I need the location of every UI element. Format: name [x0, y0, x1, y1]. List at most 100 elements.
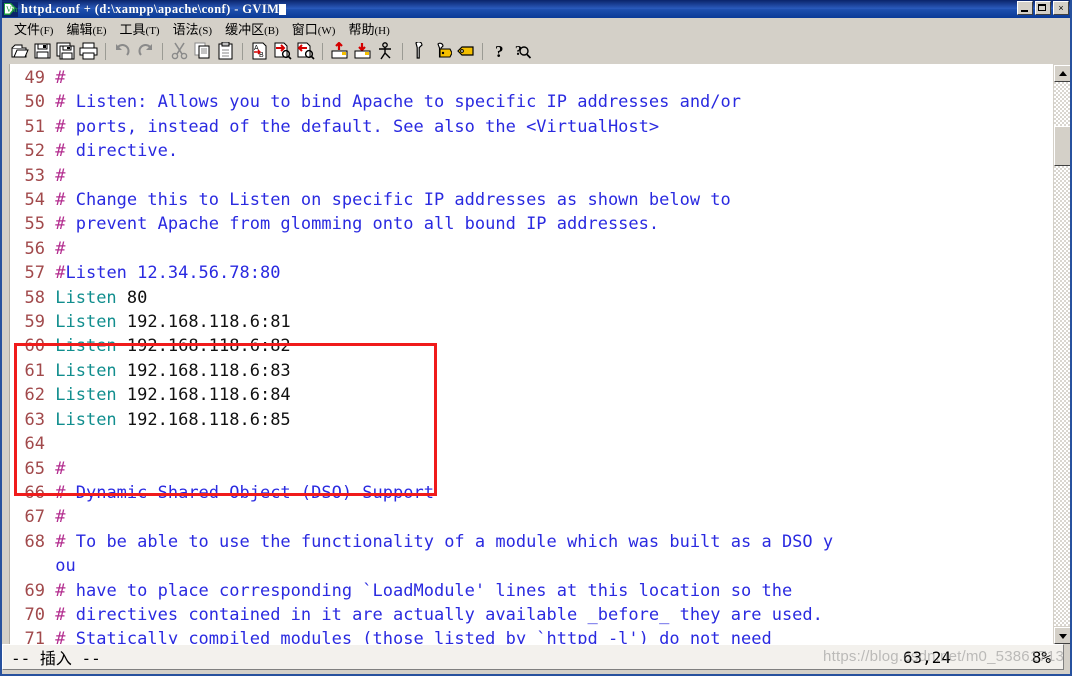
editor-left-gutter [2, 64, 10, 644]
open-file-icon[interactable] [8, 40, 31, 62]
line-number: 66 [24, 482, 45, 503]
code-segment: 192.168.118.6:81 [116, 312, 291, 333]
code-segment: 192.168.118.6:85 [116, 409, 291, 430]
code-segment: directive. [65, 141, 179, 162]
toolbar-separator [402, 42, 403, 60]
undo-icon[interactable] [111, 40, 134, 62]
cut-icon[interactable] [168, 40, 191, 62]
find-prev-icon[interactable] [294, 40, 317, 62]
menu-item-window[interactable]: 窗口(W) [286, 17, 343, 40]
code-line-wrap: ou [11, 554, 1036, 578]
menu-item-buffers[interactable]: 缓冲区(B) [219, 17, 286, 40]
menu-item-tools[interactable]: 工具(T) [114, 17, 167, 40]
scrollbar-thumb[interactable] [1054, 126, 1072, 166]
code-segment: # [55, 165, 66, 186]
code-segment: 192.168.118.6:84 [116, 385, 291, 406]
toolbar-separator [105, 42, 106, 60]
line-number: 63 [24, 409, 45, 430]
code-line: 58 Listen 80 [11, 286, 1036, 310]
code-segment: # [55, 68, 66, 88]
code-line: 64 [11, 432, 1036, 456]
jump-tag-icon[interactable] [454, 40, 477, 62]
code-segment: have to place corresponding `LoadModule'… [65, 580, 793, 601]
line-number: 57 [24, 263, 45, 284]
code-segment: # [55, 531, 66, 552]
redo-icon[interactable] [134, 40, 157, 62]
run-script-icon[interactable] [374, 40, 397, 62]
code-segment: Listen [55, 409, 117, 430]
menu-item-syntax[interactable]: 语法(S) [167, 17, 219, 40]
help-icon[interactable]: ? [488, 40, 511, 62]
window-title: httpd.conf + (d:\xampp\apache\conf) - GV… [21, 1, 280, 16]
find-replace-icon[interactable]: AB [248, 40, 271, 62]
build-tags-icon[interactable] [431, 40, 454, 62]
code-segment: # [55, 482, 66, 503]
close-button[interactable]: × [1053, 1, 1069, 15]
status-bar-inner: -- 插入 -- 63,24 8% [2, 644, 1064, 670]
code-line: 49 # [11, 66, 1036, 90]
print-icon[interactable] [77, 40, 100, 62]
editor-area[interactable]: 49 #50 # Listen: Allows you to bind Apac… [0, 64, 1072, 644]
title-bar: Vim httpd.conf + (d:\xampp\apache\conf) … [0, 0, 1072, 18]
find-help-icon[interactable]: ? [511, 40, 534, 62]
code-line: 62 Listen 192.168.118.6:84 [11, 383, 1036, 407]
code-segment: # [55, 604, 66, 625]
menu-label: 文件 [14, 22, 41, 38]
line-number: 62 [24, 385, 45, 406]
code-line: 71 # Statically compiled modules (those … [11, 627, 1036, 644]
menu-item-edit[interactable]: 编辑(E) [60, 17, 113, 40]
line-number: 61 [24, 360, 45, 381]
code-segment: ou [55, 556, 76, 577]
menu-accel: (W) [317, 24, 336, 37]
code-line: 52 # directive. [11, 139, 1036, 163]
code-segment: prevent Apache from glomming onto all bo… [65, 214, 660, 235]
line-number: 54 [24, 190, 45, 211]
menu-item-help[interactable]: 帮助(H) [342, 17, 396, 40]
code-line: 59 Listen 192.168.118.6:81 [11, 310, 1036, 334]
line-number: 58 [24, 287, 45, 308]
line-number: 64 [24, 434, 45, 455]
line-number: 59 [24, 312, 45, 333]
maximize-button[interactable] [1035, 1, 1051, 15]
scroll-up-button[interactable] [1054, 65, 1072, 82]
save-all-icon[interactable] [54, 40, 77, 62]
load-session-icon[interactable] [328, 40, 351, 62]
line-number: 50 [24, 92, 45, 113]
code-line: 56 # [11, 237, 1036, 261]
code-segment: # [55, 238, 66, 259]
toolbar-separator [242, 42, 243, 60]
scroll-down-button[interactable] [1054, 627, 1072, 644]
code-segment: Listen 12.34.56.78:80 [65, 263, 281, 284]
find-next-icon[interactable] [271, 40, 294, 62]
code-line: 69 # have to place corresponding `LoadMo… [11, 579, 1036, 603]
code-segment: # [55, 629, 66, 644]
save-icon[interactable] [31, 40, 54, 62]
vim-mode-indicator: -- 插入 -- [11, 649, 101, 668]
save-session-icon[interactable] [351, 40, 374, 62]
code-segment: # [55, 580, 66, 601]
code-line: 67 # [11, 505, 1036, 529]
code-segment: 192.168.118.6:83 [116, 360, 291, 381]
svg-text:Vim: Vim [6, 5, 18, 14]
code-segment: # [55, 458, 66, 479]
code-segment: Listen [55, 385, 117, 406]
copy-icon[interactable] [191, 40, 214, 62]
code-segment: # [55, 263, 66, 284]
code-line: 57 #Listen 12.34.56.78:80 [11, 261, 1036, 285]
arrow-up-icon [1059, 70, 1067, 76]
menu-accel: (B) [264, 24, 279, 37]
code-segment: ports, instead of the default. See also … [65, 116, 660, 137]
gvim-icon: Vim [2, 1, 21, 17]
line-number: 52 [24, 141, 45, 162]
vertical-scrollbar[interactable] [1052, 64, 1072, 644]
line-number: 55 [24, 214, 45, 235]
make-icon[interactable] [408, 40, 431, 62]
paste-icon[interactable] [214, 40, 237, 62]
menu-label: 窗口 [291, 22, 318, 38]
code-viewport[interactable]: 49 #50 # Listen: Allows you to bind Apac… [11, 64, 1036, 644]
code-line: 63 Listen 192.168.118.6:85 [11, 408, 1036, 432]
line-number: 67 [24, 507, 45, 528]
minimize-button[interactable] [1017, 1, 1033, 15]
code-segment: 192.168.118.6:82 [116, 336, 291, 357]
menu-item-file[interactable]: 文件(F) [8, 17, 60, 40]
